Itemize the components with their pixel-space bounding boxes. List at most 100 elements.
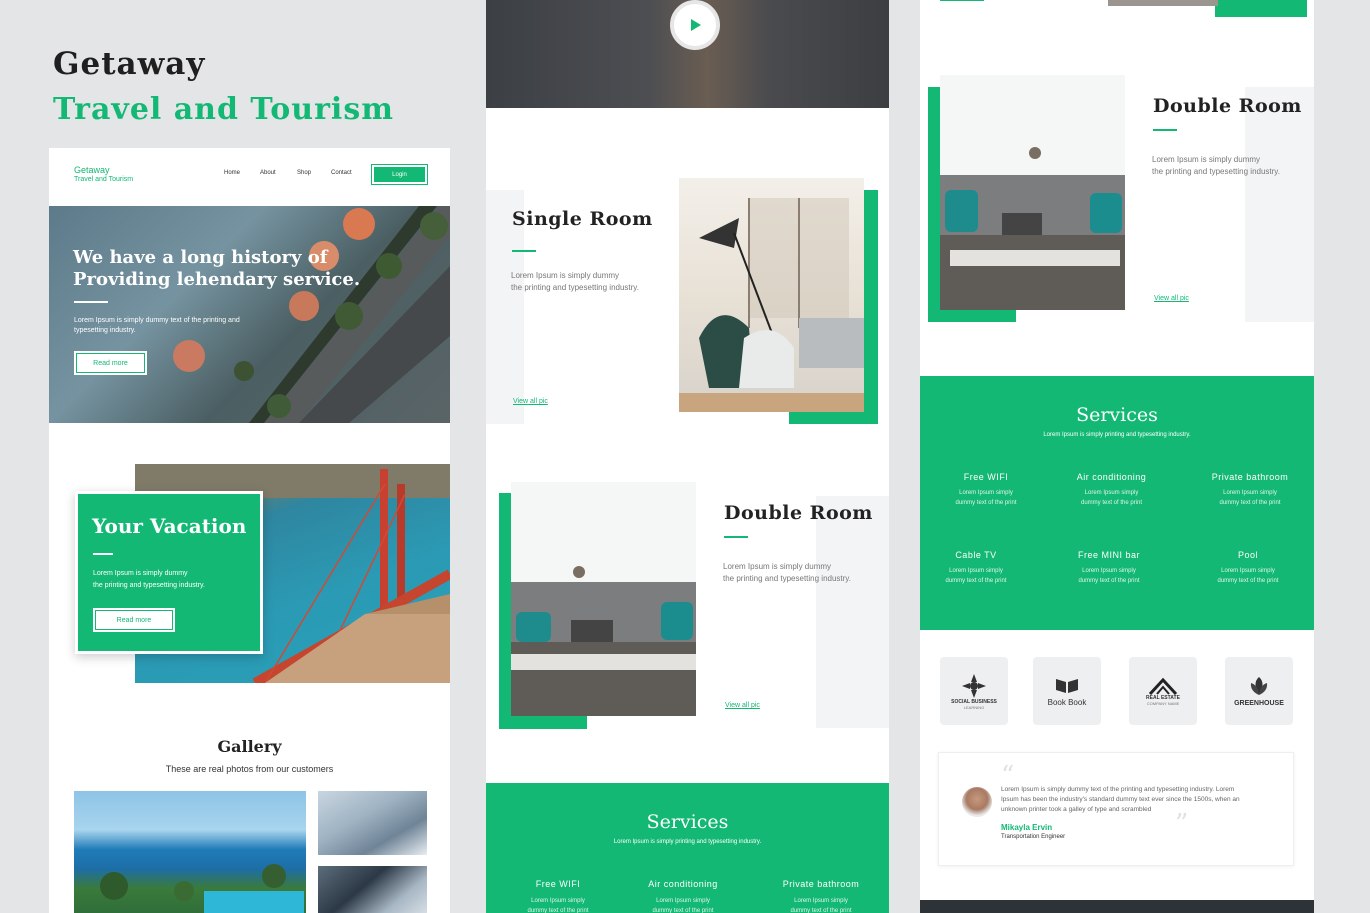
partner-logo-greenhouse[interactable]: GREENHOUSE bbox=[1225, 657, 1293, 725]
hero-aerial-image bbox=[173, 206, 450, 423]
hero-title-line1: We have a long history of bbox=[73, 247, 328, 268]
hero-text-line1: Lorem Ipsum is simply dummy text of the … bbox=[74, 317, 240, 324]
service-item-cable-tv: Cable TV Lorem Ipsum simply dummy text o… bbox=[926, 550, 1026, 586]
login-label: Login bbox=[392, 171, 407, 178]
login-button[interactable]: Login bbox=[372, 165, 427, 184]
panel-details: Double Room Lorem Ipsum is simply dummy … bbox=[920, 0, 1314, 913]
double-room-2-image bbox=[940, 75, 1125, 310]
service-desc: dummy text of the print bbox=[1219, 500, 1281, 506]
partner-logo-social-business[interactable]: SOCIAL BUSINESS LEARNING bbox=[940, 657, 1008, 725]
gallery-photo-building-2[interactable] bbox=[318, 866, 427, 913]
double-room-2-title: Double Room bbox=[1153, 95, 1302, 117]
play-icon bbox=[691, 19, 701, 31]
top-nav: Home About Shop Contact bbox=[224, 170, 352, 176]
double-room-2-text: Lorem Ipsum is simply dummy the printing… bbox=[1152, 154, 1280, 178]
service-desc: Lorem Ipsum simply bbox=[1082, 568, 1136, 574]
double-room-title: Double Room bbox=[724, 502, 873, 524]
single-room-text-line1: Lorem Ipsum is simply dummy bbox=[511, 271, 620, 280]
testimonial-avatar bbox=[962, 787, 992, 817]
video-banner bbox=[486, 0, 889, 108]
hero-read-more-button[interactable]: Read more bbox=[74, 351, 147, 375]
double-room-text-line2: the printing and typesetting industry. bbox=[723, 574, 851, 583]
testimonial-role: Transportation Engineer bbox=[1001, 834, 1066, 840]
nav-about[interactable]: About bbox=[260, 170, 297, 176]
single-room-text: Lorem Ipsum is simply dummy the printing… bbox=[511, 270, 639, 294]
service-desc: Lorem Ipsum simply bbox=[656, 898, 710, 904]
testimonial-text: Lorem Ipsum is simply dummy text of the … bbox=[1001, 785, 1281, 815]
service-name: Cable TV bbox=[955, 550, 997, 560]
service-name: Free MINI bar bbox=[1077, 550, 1140, 560]
logo-sub: LEARNING bbox=[963, 704, 985, 710]
logo-sub: COMPANY NAME bbox=[1146, 700, 1180, 706]
hero-read-more-label: Read more bbox=[93, 359, 128, 367]
gallery-subtitle: These are real photos from our customers bbox=[165, 764, 334, 774]
service-item-mini-bar: Free MINI bar Lorem Ipsum simply dummy t… bbox=[1059, 550, 1159, 586]
nav-home[interactable]: Home bbox=[224, 170, 260, 176]
service-desc: Lorem Ipsum simply bbox=[531, 898, 585, 904]
service-desc: Lorem Ipsum simply bbox=[1084, 490, 1139, 496]
vacation-read-more-label: Read more bbox=[116, 616, 152, 624]
service-desc: Lorem Ipsum simply bbox=[794, 898, 848, 904]
logo-name: Book Book bbox=[1047, 698, 1087, 707]
service-name: Free WIFI bbox=[535, 879, 581, 889]
service-item-pool: Pool Lorem Ipsum simply dummy text of th… bbox=[1198, 550, 1298, 586]
services-full-subtitle: Lorem Ipsum is simply printing and types… bbox=[1043, 432, 1191, 438]
quote-close-icon: ” bbox=[1175, 809, 1189, 839]
header-logo[interactable]: Getaway Travel and Tourism bbox=[74, 166, 133, 184]
gallery-photo-resort[interactable] bbox=[74, 791, 306, 913]
service-item-wifi: Free WIFI Lorem Ipsum simply dummy text … bbox=[936, 472, 1036, 508]
services-section: Services Lorem Ipsum is simply printing … bbox=[486, 783, 889, 913]
double-room-2-text-line1: Lorem Ipsum is simply dummy bbox=[1152, 155, 1261, 164]
service-desc: Lorem Ipsum simply bbox=[1221, 568, 1275, 574]
double-room-2-text-line2: the printing and typesetting industry. bbox=[1152, 167, 1280, 176]
testimonial-text-line2: Ipsum has been the industry's standard d… bbox=[1001, 796, 1240, 803]
service-desc: dummy text of the print bbox=[1080, 500, 1143, 506]
vacation-text: Lorem Ipsum is simply dummy the printing… bbox=[93, 568, 205, 592]
panel-rooms: Single Room Lorem Ipsum is simply dummy … bbox=[486, 0, 889, 913]
nav-contact[interactable]: Contact bbox=[331, 170, 352, 176]
header-brand-tagline: Travel and Tourism bbox=[74, 176, 134, 183]
double-room-2-divider bbox=[1153, 129, 1177, 131]
vacation-title: Your Vacation bbox=[92, 514, 247, 538]
service-desc: Lorem Ipsum simply bbox=[949, 568, 1003, 574]
testimonial-card: “ Lorem Ipsum is simply dummy text of th… bbox=[938, 752, 1294, 866]
vacation-text-line2: the printing and typesetting industry. bbox=[93, 582, 205, 589]
double-room-bg-block bbox=[816, 496, 889, 728]
service-desc: dummy text of the print bbox=[527, 908, 589, 913]
vacation-read-more-button[interactable]: Read more bbox=[93, 608, 175, 632]
double-room-divider bbox=[724, 536, 748, 538]
partner-logo-real-estate[interactable]: REAL ESTATE COMPANY NAME bbox=[1129, 657, 1197, 725]
top-fragment-accent bbox=[1215, 0, 1307, 17]
service-item-bathroom: Private bathroom Lorem Ipsum simply dumm… bbox=[1195, 472, 1305, 508]
play-button[interactable] bbox=[670, 0, 720, 50]
single-room-view-all-link[interactable]: View all pic bbox=[513, 398, 548, 405]
partner-logo-book-book[interactable]: Book Book bbox=[1033, 657, 1101, 725]
leaf-icon bbox=[1250, 677, 1268, 695]
service-name: Air conditioning bbox=[1076, 472, 1147, 482]
top-fragment-image bbox=[1108, 0, 1218, 6]
hero-text: Lorem Ipsum is simply dummy text of the … bbox=[74, 316, 240, 336]
testimonial-name: Mikayla Ervin bbox=[1001, 823, 1053, 832]
double-room-image bbox=[511, 482, 696, 716]
top-fragment-line bbox=[940, 0, 984, 1]
single-room-text-line2: the printing and typesetting industry. bbox=[511, 283, 639, 292]
book-icon bbox=[1056, 679, 1078, 693]
double-room-2-bg-block bbox=[1245, 87, 1314, 322]
logo-name: GREENHOUSE bbox=[1234, 700, 1284, 707]
gallery-photo-building-1[interactable] bbox=[318, 791, 427, 855]
single-room-divider bbox=[512, 250, 536, 252]
services-full-title: Services bbox=[1076, 404, 1158, 426]
service-item-air: Air conditioning Lorem Ipsum simply dumm… bbox=[1059, 472, 1164, 508]
vacation-card: Your Vacation Lorem Ipsum is simply dumm… bbox=[75, 491, 263, 654]
service-item-air: Air conditioning Lorem Ipsum simply dumm… bbox=[633, 879, 733, 913]
nav-shop[interactable]: Shop bbox=[297, 170, 331, 176]
house-icon bbox=[1148, 677, 1178, 695]
double-room-view-all-link[interactable]: View all pic bbox=[725, 702, 760, 709]
service-desc: dummy text of the print bbox=[955, 500, 1017, 506]
double-room-text-line1: Lorem Ipsum is simply dummy bbox=[723, 562, 832, 571]
services-section-full: Services Lorem Ipsum is simply printing … bbox=[920, 376, 1314, 630]
hero-title-line2: Providing lehendary service. bbox=[73, 269, 361, 290]
service-desc: Lorem Ipsum simply bbox=[959, 490, 1013, 496]
double-room-2-view-all-link[interactable]: View all pic bbox=[1154, 295, 1189, 302]
gallery-title: Gallery bbox=[217, 737, 282, 756]
